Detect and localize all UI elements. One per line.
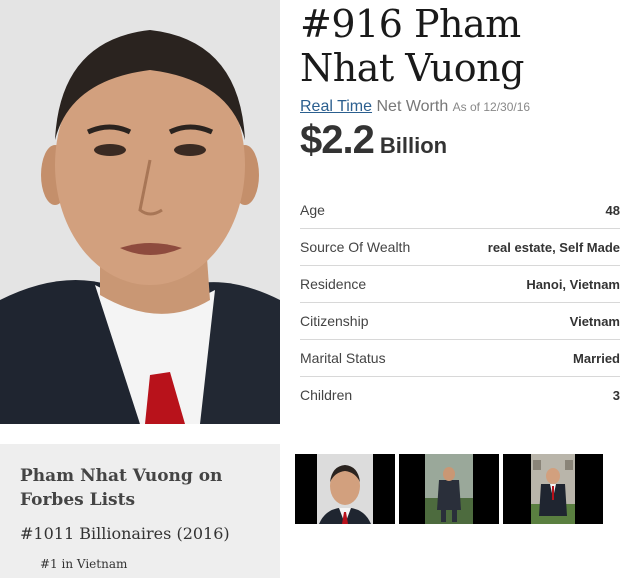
profile-stats-list: Age 48 Source Of Wealth real estate, Sel… [300, 192, 620, 413]
stat-label: Marital Status [300, 350, 386, 366]
stat-label: Children [300, 387, 353, 403]
gallery-thumbnail-2[interactable] [399, 454, 499, 524]
stat-row-residence: Residence Hanoi, Vietnam [300, 266, 620, 303]
stat-row-source-of-wealth: Source Of Wealth real estate, Self Made [300, 229, 620, 266]
stat-label: Age [300, 202, 325, 218]
stat-value: real estate, Self Made [487, 239, 620, 255]
net-worth-value: $2.2 Billion [300, 118, 447, 163]
stat-label: Citizenship [300, 313, 369, 329]
stat-row-children: Children 3 [300, 377, 620, 413]
stat-value: Vietnam [569, 313, 620, 329]
as-of-date: As of 12/30/16 [452, 100, 531, 114]
gallery-thumbnail-3[interactable] [503, 454, 603, 524]
stat-value: Married [573, 350, 620, 366]
profile-photo [0, 0, 280, 424]
gallery-thumbnail-1[interactable] [295, 454, 395, 524]
stat-row-marital-status: Marital Status Married [300, 340, 620, 377]
forbes-list-subrank: #1 in Vietnam [40, 557, 128, 571]
net-worth-line: Real Time Net Worth As of 12/30/16 [300, 98, 530, 116]
profile-name-title: #916 Pham Nhat Vuong [300, 2, 524, 90]
real-time-link[interactable]: Real Time [300, 98, 372, 115]
net-worth-label: Net Worth [376, 98, 449, 115]
net-worth-unit: Billion [379, 133, 448, 158]
stat-label: Residence [300, 276, 367, 292]
stat-row-age: Age 48 [300, 192, 620, 229]
stat-value: 3 [612, 387, 620, 403]
stat-label: Source Of Wealth [300, 239, 411, 255]
stat-value: 48 [605, 202, 620, 218]
stat-row-citizenship: Citizenship Vietnam [300, 303, 620, 340]
stat-value: Hanoi, Vietnam [526, 276, 620, 292]
forbes-lists-panel: Pham Nhat Vuong on Forbes Lists #1011 Bi… [0, 444, 280, 578]
net-worth-amount: $2.2 [300, 118, 375, 162]
forbes-lists-title: Pham Nhat Vuong on Forbes Lists [20, 466, 223, 510]
forbes-list-rank[interactable]: #1011 Billionaires (2016) [20, 524, 230, 543]
